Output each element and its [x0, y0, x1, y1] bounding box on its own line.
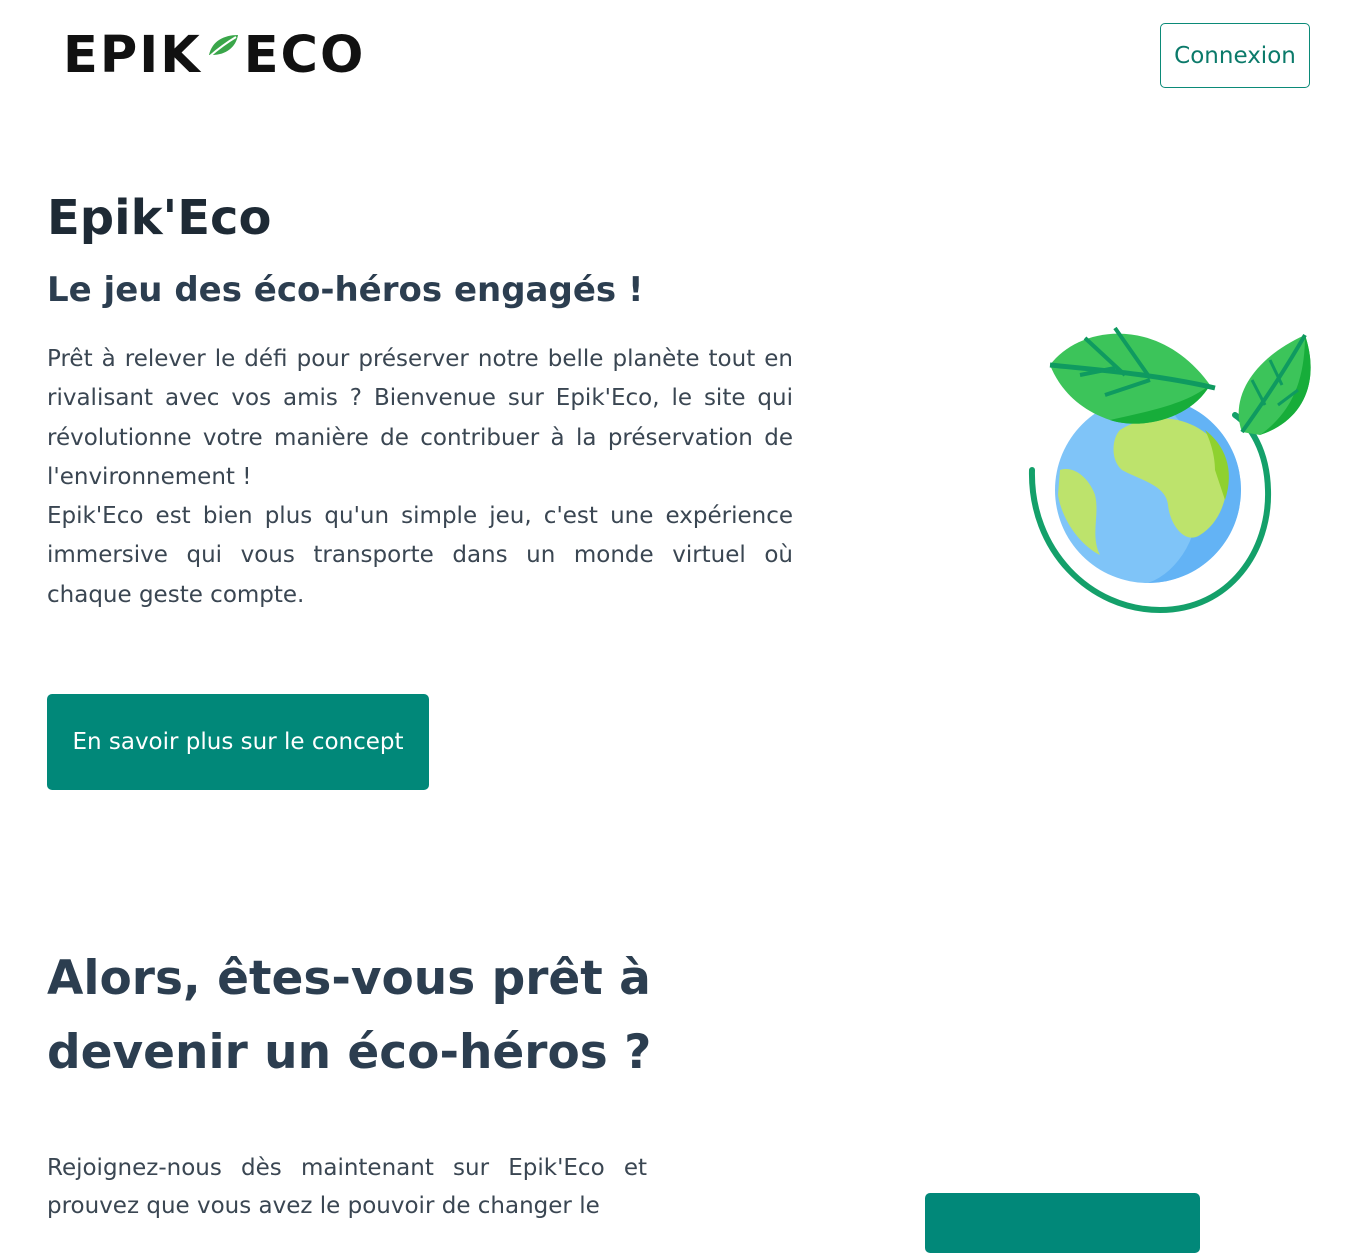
globe-with-leaves-icon [1028, 326, 1311, 614]
hero-paragraph-2: Epik'Eco est bien plus qu'un simple jeu,… [47, 503, 793, 608]
learn-more-button[interactable]: En savoir plus sur le concept [47, 694, 429, 790]
page-title: Epik'Eco [47, 190, 272, 246]
brand-logo[interactable]: EPIK ECO [63, 22, 365, 88]
join-button[interactable] [925, 1193, 1200, 1253]
site-header: EPIK ECO Connexion [0, 0, 1351, 112]
hero-description: Prêt à relever le défi pour préserver no… [47, 340, 793, 615]
leaf-icon [208, 35, 238, 57]
section-title: Alors, êtes-vous prêt à devenir un éco-h… [47, 951, 652, 1080]
logo-text-right: ECO [243, 25, 366, 85]
section-description: Rejoignez-nous dès maintenant sur Epik'E… [47, 1155, 647, 1219]
hero-subtitle: Le jeu des éco-héros engagés ! [47, 270, 644, 310]
login-button[interactable]: Connexion [1160, 23, 1310, 88]
hero-paragraph-1: Prêt à relever le défi pour préserver no… [47, 346, 793, 490]
logo-text-left: EPIK [63, 25, 202, 85]
